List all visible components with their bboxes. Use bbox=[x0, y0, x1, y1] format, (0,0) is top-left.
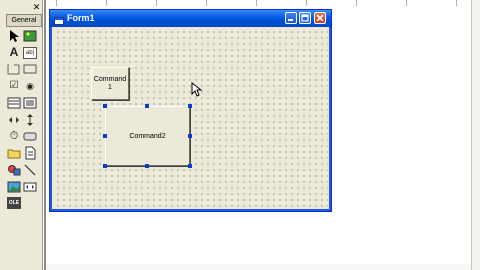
toolbox-splitter[interactable] bbox=[44, 0, 46, 270]
resize-handle-se[interactable] bbox=[188, 164, 192, 168]
resize-handle-w[interactable] bbox=[103, 134, 107, 138]
form-title: Form1 bbox=[67, 13, 95, 23]
resize-handle-s[interactable] bbox=[145, 164, 149, 168]
vscrollbar-icon[interactable] bbox=[23, 113, 37, 127]
listbox-icon[interactable] bbox=[23, 96, 37, 110]
commandbutton-icon[interactable] bbox=[23, 62, 37, 76]
form-titlebar[interactable]: Form1 bbox=[50, 10, 331, 27]
data-icon[interactable] bbox=[23, 180, 37, 194]
toolbox: ✕ General A ab| ☑ ◉ ⏱ OLE bbox=[2, 0, 43, 270]
resize-handle-n[interactable] bbox=[145, 104, 149, 108]
filelistbox-icon[interactable] bbox=[23, 146, 37, 160]
form-icon bbox=[54, 13, 64, 25]
command2-button[interactable]: Command2 bbox=[105, 106, 190, 166]
resize-handle-sw[interactable] bbox=[103, 164, 107, 168]
picturebox-icon[interactable] bbox=[23, 29, 37, 43]
checkbox-icon[interactable]: ☑ bbox=[7, 79, 21, 93]
pointer-icon[interactable] bbox=[7, 29, 21, 43]
mouse-cursor-icon bbox=[191, 81, 203, 98]
drivelistbox-icon[interactable] bbox=[23, 129, 37, 143]
optionbutton-icon[interactable]: ◉ bbox=[23, 79, 37, 93]
close-button[interactable] bbox=[314, 12, 326, 24]
combobox-icon[interactable] bbox=[7, 96, 21, 110]
hscrollbar-icon[interactable] bbox=[7, 113, 21, 127]
label-icon[interactable]: A bbox=[7, 45, 21, 59]
resize-handle-ne[interactable] bbox=[188, 104, 192, 108]
shape-icon[interactable] bbox=[7, 163, 21, 177]
image-icon[interactable] bbox=[7, 180, 21, 194]
toolbar-edge bbox=[46, 0, 480, 6]
ole-icon[interactable]: OLE bbox=[7, 197, 21, 209]
textbox-icon[interactable]: ab| bbox=[23, 47, 37, 59]
form-design-grid[interactable]: Command 1 Command2 bbox=[53, 27, 328, 208]
resize-handle-e[interactable] bbox=[188, 134, 192, 138]
minimize-button[interactable] bbox=[285, 12, 297, 24]
maximize-button[interactable] bbox=[299, 12, 311, 24]
toolbox-tab-general[interactable]: General bbox=[6, 14, 42, 27]
line-icon[interactable] bbox=[23, 163, 37, 177]
timer-icon[interactable]: ⏱ bbox=[7, 129, 21, 143]
dirlistbox-icon[interactable] bbox=[7, 146, 21, 160]
toolbox-close-button[interactable]: ✕ bbox=[32, 3, 41, 12]
frame-icon[interactable] bbox=[7, 62, 21, 76]
resize-handle-nw[interactable] bbox=[103, 104, 107, 108]
form-window[interactable]: Form1 Command 1 Command2 bbox=[49, 9, 332, 212]
vertical-scrollbar[interactable] bbox=[471, 0, 480, 270]
bottom-edge bbox=[46, 264, 471, 270]
command1-button[interactable]: Command 1 bbox=[91, 67, 129, 100]
